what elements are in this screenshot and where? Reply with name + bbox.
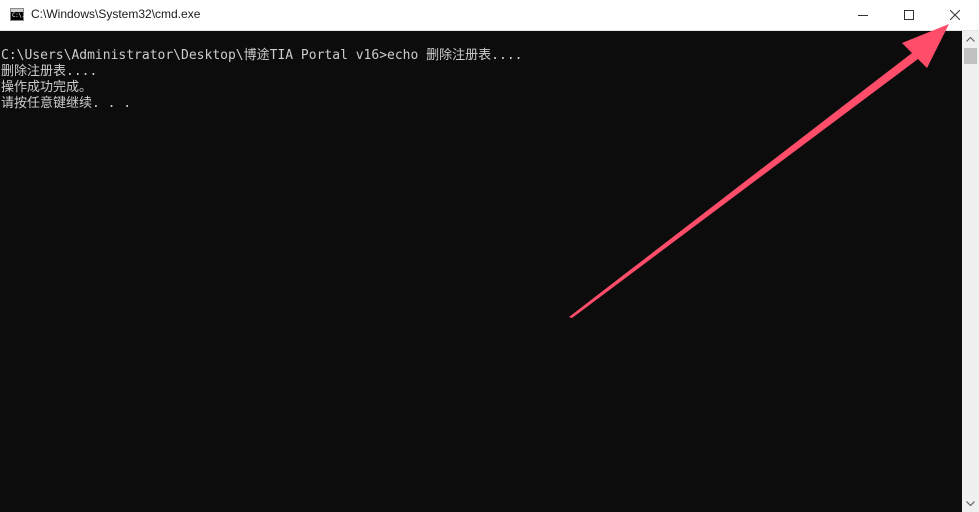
title-bar[interactable]: C:\. C:\Windows\System32\cmd.exe — [0, 0, 979, 31]
scroll-thumb[interactable] — [964, 48, 977, 64]
close-icon — [950, 10, 960, 20]
cmd-window: C:\. C:\Windows\System32\cmd.exe C:\User… — [0, 0, 979, 512]
cmd-icon[interactable]: C:\. — [10, 8, 25, 21]
vertical-scrollbar[interactable] — [962, 31, 979, 512]
minimize-button[interactable] — [840, 0, 886, 30]
console-line: 操作成功完成。 — [1, 80, 93, 95]
maximize-button[interactable] — [886, 0, 932, 30]
console-line: 请按任意键继续. . . — [1, 96, 132, 111]
console-line: 删除注册表.... — [1, 64, 98, 79]
minimize-icon — [858, 15, 868, 16]
window-title: C:\Windows\System32\cmd.exe — [31, 7, 201, 21]
console-output[interactable]: C:\Users\Administrator\Desktop\博途TIA Por… — [0, 31, 962, 512]
console-line: C:\Users\Administrator\Desktop\博途TIA Por… — [1, 48, 523, 63]
scroll-up-button[interactable] — [962, 31, 979, 48]
chevron-up-icon — [966, 37, 975, 42]
maximize-icon — [904, 10, 914, 20]
close-button[interactable] — [932, 0, 978, 30]
chevron-down-icon — [966, 501, 975, 506]
cmd-icon-text: C:\. — [12, 12, 25, 19]
scroll-down-button[interactable] — [962, 495, 979, 512]
